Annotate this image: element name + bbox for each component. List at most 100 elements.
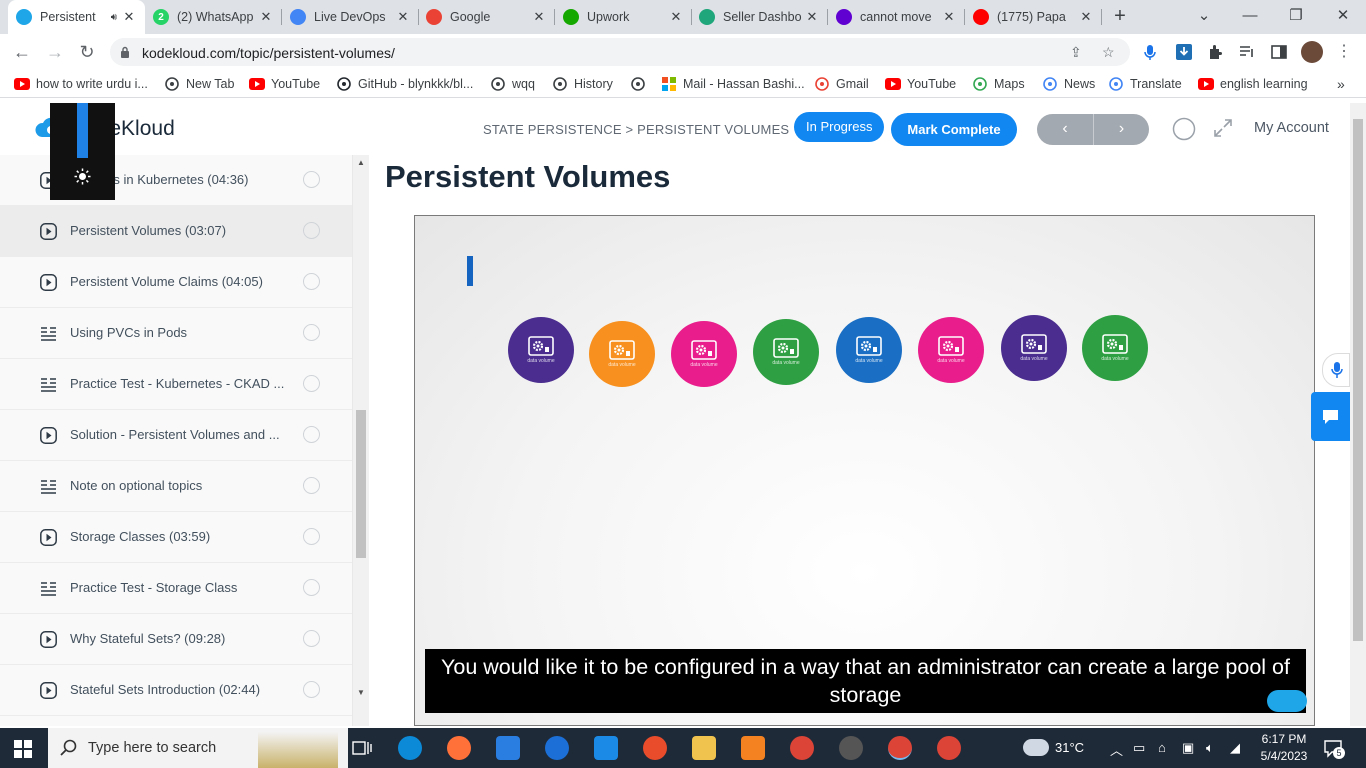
tab-1[interactable]: 2 (2) WhatsApp ✕ (145, 0, 282, 34)
completion-status-icon[interactable] (303, 222, 320, 239)
mark-complete-button[interactable]: Mark Complete (891, 113, 1017, 146)
mail-icon[interactable] (594, 736, 618, 760)
completion-status-icon[interactable] (303, 630, 320, 647)
page-scroll-thumb[interactable] (1353, 119, 1363, 641)
completion-status-icon[interactable] (303, 528, 320, 545)
device-icon[interactable]: ▣ (1182, 740, 1194, 756)
completion-status-icon[interactable] (303, 477, 320, 494)
microphone-icon[interactable] (1141, 43, 1159, 61)
extensions-icon[interactable] (1207, 43, 1225, 61)
browser-menu-icon[interactable]: ⋮ (1330, 38, 1358, 66)
lesson-item[interactable]: Solution - Persistent Volumes and ... (0, 410, 352, 461)
bookmark-item[interactable]: YouTube (249, 76, 320, 92)
bookmark-item[interactable]: History (552, 76, 613, 92)
firefox-icon[interactable] (447, 736, 471, 760)
completion-status-icon[interactable] (303, 324, 320, 341)
back-icon[interactable]: ← (8, 38, 36, 66)
bookmark-item[interactable]: wqq (490, 76, 535, 92)
battery-icon[interactable]: ▭ (1133, 740, 1145, 756)
bookmark-item[interactable]: english learning (1198, 76, 1308, 92)
chrome-profile-h-icon[interactable] (937, 736, 961, 760)
video-player[interactable]: data volume data volume data volume data vo… (414, 215, 1315, 726)
bookmark-item[interactable] (630, 76, 652, 92)
lesson-item[interactable]: Persistent Volumes (03:07) (0, 206, 352, 257)
restore-icon[interactable]: ❐ (1273, 0, 1319, 34)
reload-icon[interactable]: ↻ (73, 38, 101, 66)
bookmark-item[interactable]: how to write urdu i... (14, 76, 148, 92)
file-explorer-icon[interactable] (692, 736, 716, 760)
side-panel-icon[interactable] (1270, 43, 1288, 61)
completion-status-icon[interactable] (303, 579, 320, 596)
scroll-up-icon[interactable]: ▲ (357, 158, 365, 167)
bookmark-item[interactable]: Translate (1108, 76, 1182, 92)
close-tab-icon[interactable]: ✕ (668, 9, 684, 25)
address-bar[interactable]: kodekloud.com/topic/persistent-volumes/ … (110, 38, 1130, 66)
chrome-icon[interactable] (790, 736, 814, 760)
brightness-level-bar[interactable] (77, 103, 88, 158)
tab-2[interactable]: Live DevOps ✕ (282, 0, 419, 34)
prev-lesson-button[interactable]: ‹ (1037, 114, 1093, 145)
lesson-item[interactable]: Persistent Volume Claims (04:05) (0, 257, 352, 308)
scroll-down-icon[interactable]: ▼ (357, 688, 365, 697)
camera-icon[interactable] (839, 736, 863, 760)
bookmark-item[interactable]: GitHub - blynkkk/bl... (336, 76, 473, 92)
notifications-icon[interactable]: 5 (1323, 738, 1345, 759)
bookmark-item[interactable]: News (1042, 76, 1095, 92)
media-queue-icon[interactable] (1238, 43, 1256, 61)
tab-7[interactable]: (1775) Papa ✕ (965, 0, 1102, 34)
next-lesson-button[interactable]: › (1093, 114, 1149, 145)
lesson-item[interactable]: Why Stateful Sets? (09:28) (0, 614, 352, 665)
skype-icon[interactable] (545, 736, 569, 760)
share-icon[interactable]: ⇪ (1070, 44, 1082, 61)
tab-search-icon[interactable]: ⌄ (1181, 0, 1227, 34)
profile-avatar[interactable] (1301, 41, 1323, 63)
bookmark-item[interactable]: Mail - Hassan Bashi... (661, 76, 805, 92)
dark-mode-icon[interactable] (1172, 117, 1196, 141)
audio-playing-icon[interactable]: 🔊︎ (111, 12, 117, 23)
wifi-icon[interactable]: ◢ (1230, 740, 1240, 756)
show-hidden-icons[interactable]: ︿ (1110, 740, 1123, 759)
lesson-item[interactable]: Storage Classes (03:59) (0, 512, 352, 563)
voice-assistant-icon[interactable] (1322, 353, 1350, 387)
bookmark-item[interactable]: New Tab (164, 76, 234, 92)
volume-icon[interactable]: 🔈︎ (1206, 740, 1214, 756)
close-tab-icon[interactable]: ✕ (804, 9, 820, 25)
tab-6[interactable]: cannot move ✕ (828, 0, 965, 34)
tab-3[interactable]: Google ✕ (418, 0, 555, 34)
lesson-item[interactable]: Practice Test - Storage Class (0, 563, 352, 614)
tab-5[interactable]: Seller Dashbo ✕ (691, 0, 828, 34)
minimize-icon[interactable]: — (1227, 0, 1273, 34)
my-account-link[interactable]: My Account (1254, 120, 1329, 136)
new-tab-button[interactable]: + (1108, 5, 1132, 29)
lesson-item[interactable]: Note on optional topics (0, 461, 352, 512)
bookmark-item[interactable]: Maps (972, 76, 1025, 92)
taskbar-clock[interactable]: 6:17 PM 5/4/2023 (1258, 731, 1310, 765)
close-window-icon[interactable]: ✕ (1320, 0, 1366, 34)
tab-0[interactable]: Persistent 🔊︎ ✕ (8, 0, 145, 34)
lesson-item[interactable]: Stateful Sets Introduction (02:44) (0, 665, 352, 716)
lesson-item[interactable]: Using PVCs in Pods (0, 308, 352, 359)
weather-temperature[interactable]: 31°C (1055, 740, 1084, 755)
bookmark-item[interactable]: YouTube (885, 76, 956, 92)
close-tab-icon[interactable]: ✕ (258, 9, 274, 25)
store-icon[interactable] (496, 736, 520, 760)
tab-4[interactable]: Upwork ✕ (555, 0, 692, 34)
network-icon[interactable]: ⌂ (1158, 740, 1166, 755)
completion-status-icon[interactable] (303, 426, 320, 443)
close-tab-icon[interactable]: ✕ (121, 9, 137, 25)
close-tab-icon[interactable]: ✕ (395, 9, 411, 25)
completion-status-icon[interactable] (303, 273, 320, 290)
forward-icon[interactable]: → (41, 38, 69, 66)
app-icon[interactable] (643, 736, 667, 760)
completion-status-icon[interactable] (303, 681, 320, 698)
page-scrollbar[interactable] (1350, 103, 1366, 726)
windows-start-icon[interactable] (14, 740, 32, 758)
fullscreen-icon[interactable] (1213, 118, 1233, 138)
settings-app-icon[interactable] (741, 736, 765, 760)
sidebar-scroll-thumb[interactable] (356, 410, 366, 558)
close-tab-icon[interactable]: ✕ (941, 9, 957, 25)
bookmark-item[interactable]: Gmail (814, 76, 869, 92)
sidebar-scrollbar[interactable]: ▲ ▼ (353, 155, 369, 726)
lesson-item[interactable]: Practice Test - Kubernetes - CKAD ... (0, 359, 352, 410)
more-bookmarks-icon[interactable]: » (1337, 76, 1345, 92)
